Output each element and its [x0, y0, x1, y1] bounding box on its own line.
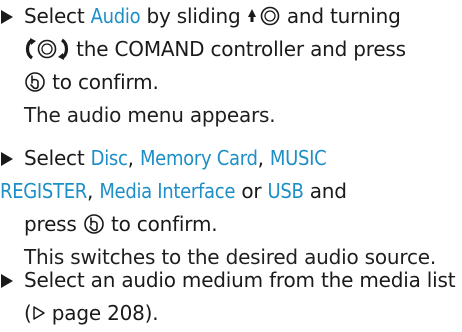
text: ,: [87, 179, 100, 203]
step-3-line-2: ( page 208).: [24, 297, 159, 329]
text: ,: [127, 146, 140, 170]
step-2-line-3: press to confirm.: [24, 208, 218, 240]
page-reference-link[interactable]: page 208).: [46, 301, 159, 325]
page-reference-triangle-icon: [32, 305, 46, 321]
step-2-line-2: REGISTER, Media Interface or USB and: [0, 175, 347, 207]
display-term-audio: Audio: [90, 4, 141, 28]
step-1-line-3: to confirm.: [24, 66, 159, 98]
slide-up-controller-icon: [247, 5, 281, 27]
step-1-line-2: the COMAND controller and press: [24, 33, 406, 65]
display-term-memory-card: Memory Card: [139, 146, 258, 170]
right-triangle-bullet-icon: [0, 9, 14, 25]
text: or: [235, 179, 268, 203]
text: the COMAND controller and press: [70, 37, 406, 61]
step-1-line-1: Select Audio by sliding and turning: [24, 0, 401, 32]
text: ,: [257, 146, 270, 170]
text: (: [24, 301, 32, 325]
right-triangle-bullet-icon: [0, 273, 14, 289]
display-term-usb: USB: [267, 179, 304, 203]
press-controller-icon: [24, 71, 46, 93]
right-triangle-bullet-icon: [0, 151, 14, 167]
text: Select: [24, 4, 91, 28]
text: and turning: [280, 4, 401, 28]
display-term-music-register: REGISTER: [0, 179, 87, 203]
display-term-music-register: MUSIC: [269, 146, 327, 170]
press-controller-icon: [83, 213, 105, 235]
text: to confirm.: [46, 70, 159, 94]
display-term-media-interface: Media Interface: [99, 179, 236, 203]
text: and: [303, 179, 347, 203]
text: by sliding: [140, 4, 247, 28]
step-2-line-1: Select Disc, Memory Card, MUSIC: [24, 142, 327, 174]
instruction-page: Select Audio by sliding and turning the …: [0, 0, 462, 332]
text: to confirm.: [104, 212, 218, 236]
text: Select: [24, 146, 91, 170]
step-1-result: The audio menu appears.: [24, 103, 276, 127]
text: press: [24, 212, 83, 236]
turn-controller-icon: [24, 37, 70, 61]
display-term-disc: Disc: [90, 146, 128, 170]
step-3-line-1: Select an audio medium from the media li…: [24, 268, 456, 292]
